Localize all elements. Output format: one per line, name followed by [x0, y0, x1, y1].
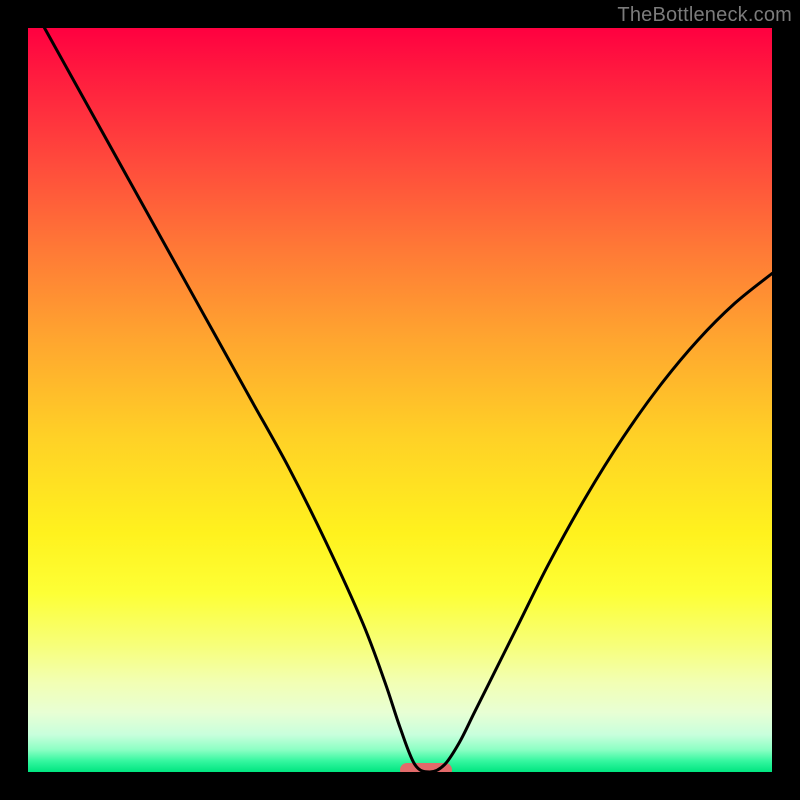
watermark-text: TheBottleneck.com	[617, 4, 792, 27]
plot-area	[28, 28, 772, 772]
chart-frame: TheBottleneck.com	[0, 0, 800, 800]
bottleneck-curve	[28, 28, 772, 772]
